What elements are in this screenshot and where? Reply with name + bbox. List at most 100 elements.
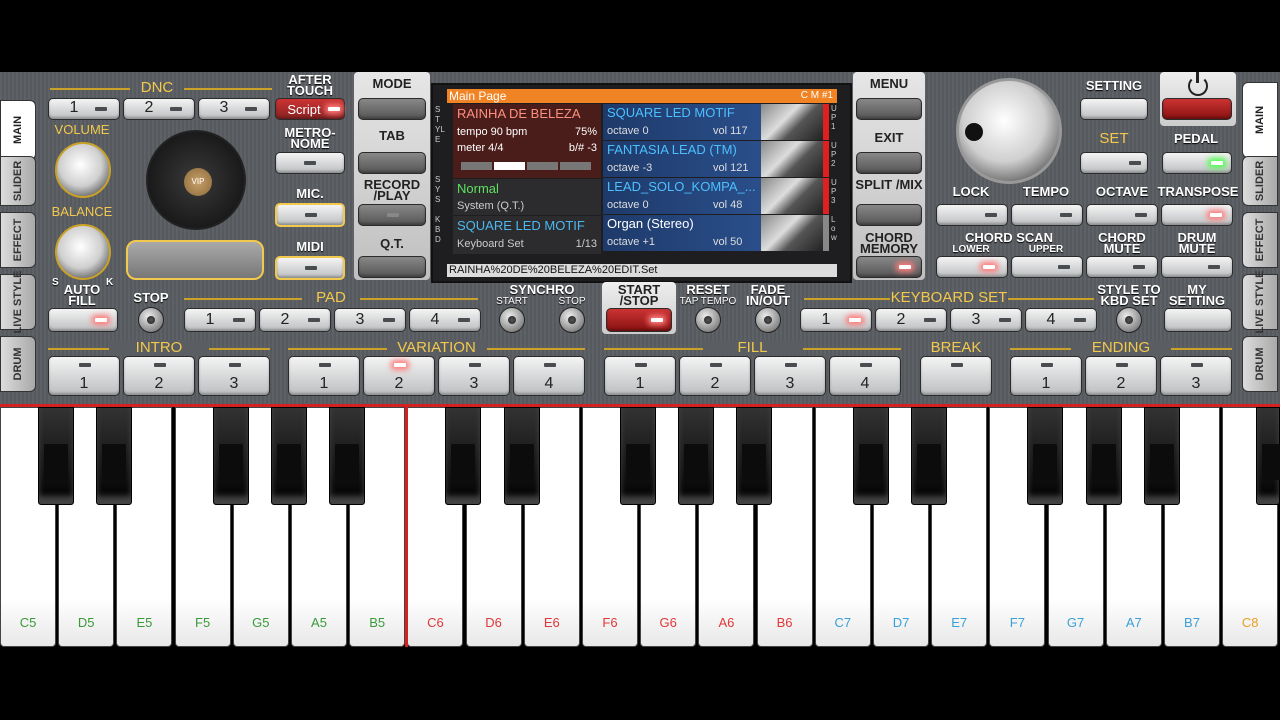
intro-button-2[interactable]: 2	[123, 356, 195, 396]
style-to-kbd-button[interactable]	[1116, 307, 1142, 333]
volume-knob[interactable]	[55, 142, 111, 198]
data-dial[interactable]	[956, 78, 1062, 184]
tab-button[interactable]	[358, 152, 426, 174]
ending-button-1[interactable]: 1	[1010, 356, 1082, 396]
variation-button-4[interactable]: 4	[513, 356, 585, 396]
break-button[interactable]	[920, 356, 992, 396]
pedal-button[interactable]	[1162, 152, 1232, 174]
script-button[interactable]: Script	[275, 98, 345, 120]
black-key[interactable]	[38, 407, 74, 505]
split-mix-button[interactable]	[856, 204, 922, 226]
black-key[interactable]	[329, 407, 365, 505]
black-key[interactable]	[736, 407, 773, 505]
qt-button[interactable]	[358, 256, 426, 278]
midi-button[interactable]	[275, 256, 345, 280]
keyboard-set-button-1[interactable]: 1	[800, 308, 872, 332]
keyboard-set-button-3[interactable]: 3	[950, 308, 1022, 332]
black-key[interactable]	[620, 407, 656, 505]
voice-slot-1[interactable]: SQUARE LED MOTIF octave 0 vol 117	[603, 104, 823, 140]
sync-stop-button[interactable]	[559, 307, 585, 333]
reset-tap-tempo-button[interactable]	[695, 307, 721, 333]
voice-slot-3[interactable]: LEAD_SOLO_KOMPA_... octave 0 vol 48	[603, 178, 823, 214]
chord-scan-upper-button[interactable]	[1011, 256, 1083, 278]
fill-button-3[interactable]: 3	[754, 356, 826, 396]
system-panel[interactable]: Normal System (Q.T.)	[453, 179, 601, 215]
kbd-set-panel[interactable]: SQUARE LED MOTIF Keyboard Set 1/13	[453, 216, 601, 254]
tempo-button[interactable]	[1011, 204, 1083, 226]
black-key[interactable]	[1256, 407, 1280, 505]
jog-wheel[interactable]: VIP	[146, 130, 246, 230]
dnc-button-3[interactable]: 3	[198, 98, 270, 120]
sync-start-button[interactable]	[499, 307, 525, 333]
tab-live-style-left[interactable]: LIVE STYLE	[0, 271, 36, 333]
button-label: 3	[469, 375, 479, 392]
intro-button-1[interactable]: 1	[48, 356, 120, 396]
keyboard-set-button-2[interactable]: 2	[875, 308, 947, 332]
pad-button-4[interactable]: 4	[409, 308, 481, 332]
tab-drum-right[interactable]: DRUM	[1242, 336, 1278, 392]
pad-stop-button[interactable]	[138, 307, 164, 333]
tab-drum-left[interactable]: DRUM	[0, 336, 36, 392]
style-panel[interactable]: RAINHA DE BELEZA tempo 90 bpm 75% meter …	[453, 104, 601, 178]
tab-main-left[interactable]: MAIN	[0, 100, 36, 160]
black-key[interactable]	[1027, 407, 1064, 505]
black-key[interactable]	[1143, 407, 1180, 505]
pad-button-1[interactable]: 1	[184, 308, 256, 332]
voice-slot-2[interactable]: FANTASIA LEAD (TM) octave -3 vol 121	[603, 141, 823, 177]
black-key[interactable]	[212, 407, 249, 505]
black-key[interactable]	[96, 407, 133, 505]
octave-button[interactable]	[1086, 204, 1158, 226]
chord-mute-button[interactable]	[1086, 256, 1158, 278]
black-key[interactable]	[445, 407, 482, 505]
tab-live-style-right[interactable]: LIVE STYLE	[1242, 271, 1278, 333]
voice-slot-4[interactable]: Organ (Stereo) octave +1 vol 50	[603, 215, 823, 251]
tab-slider-right[interactable]: SLIDER	[1242, 156, 1278, 206]
chord-scan-lower-button[interactable]	[936, 256, 1008, 278]
fill-button-2[interactable]: 2	[679, 356, 751, 396]
start-stop-button[interactable]	[606, 308, 672, 332]
menu-button[interactable]	[856, 98, 922, 120]
intro-button-3[interactable]: 3	[198, 356, 270, 396]
dnc-button-1[interactable]: 1	[48, 98, 120, 120]
tab-slider-left[interactable]: SLIDER	[0, 156, 36, 206]
ending-button-3[interactable]: 3	[1160, 356, 1232, 396]
auto-fill-button[interactable]	[48, 308, 118, 332]
set-button[interactable]	[1080, 152, 1148, 174]
fill-button-4[interactable]: 4	[829, 356, 901, 396]
setting-button[interactable]	[1080, 98, 1148, 120]
mode-button[interactable]	[358, 98, 426, 120]
pad-button-3[interactable]: 3	[334, 308, 406, 332]
fill-button-1[interactable]: 1	[604, 356, 676, 396]
variation-button-1[interactable]: 1	[288, 356, 360, 396]
pad-button-2[interactable]: 2	[259, 308, 331, 332]
lock-button[interactable]	[936, 204, 1008, 226]
transpose-button[interactable]	[1161, 204, 1233, 226]
black-key[interactable]	[852, 407, 889, 505]
black-key[interactable]	[270, 407, 307, 505]
my-setting-button[interactable]	[1164, 308, 1232, 332]
drum-mute-button[interactable]	[1161, 256, 1233, 278]
balance-knob[interactable]	[55, 224, 111, 280]
variation-button-3[interactable]: 3	[438, 356, 510, 396]
keyboard-set-button-4[interactable]: 4	[1025, 308, 1097, 332]
variation-button-2[interactable]: 2	[363, 356, 435, 396]
tab-effect-left[interactable]: EFFECT	[0, 212, 36, 268]
tab-main-right[interactable]: MAIN	[1242, 82, 1278, 158]
ending-button-2[interactable]: 2	[1085, 356, 1157, 396]
exit-button[interactable]	[856, 152, 922, 174]
metronome-button[interactable]	[275, 152, 345, 174]
button-label: 1	[635, 375, 645, 392]
main-display[interactable]: Main Page C M #1 STYLE SYS KBD RAINHA DE …	[431, 83, 852, 283]
black-key[interactable]	[911, 407, 947, 505]
power-button[interactable]	[1162, 98, 1232, 120]
dnc-button-2[interactable]: 2	[123, 98, 195, 120]
mic-button[interactable]	[275, 203, 345, 227]
fade-button[interactable]	[755, 307, 781, 333]
chord-memory-button[interactable]	[856, 256, 922, 278]
black-key[interactable]	[503, 407, 540, 505]
black-key[interactable]	[1085, 407, 1122, 505]
record-play-button[interactable]	[358, 204, 426, 226]
touch-pad[interactable]	[126, 240, 264, 280]
tab-effect-right[interactable]: EFFECT	[1242, 212, 1278, 268]
black-key[interactable]	[678, 407, 715, 505]
